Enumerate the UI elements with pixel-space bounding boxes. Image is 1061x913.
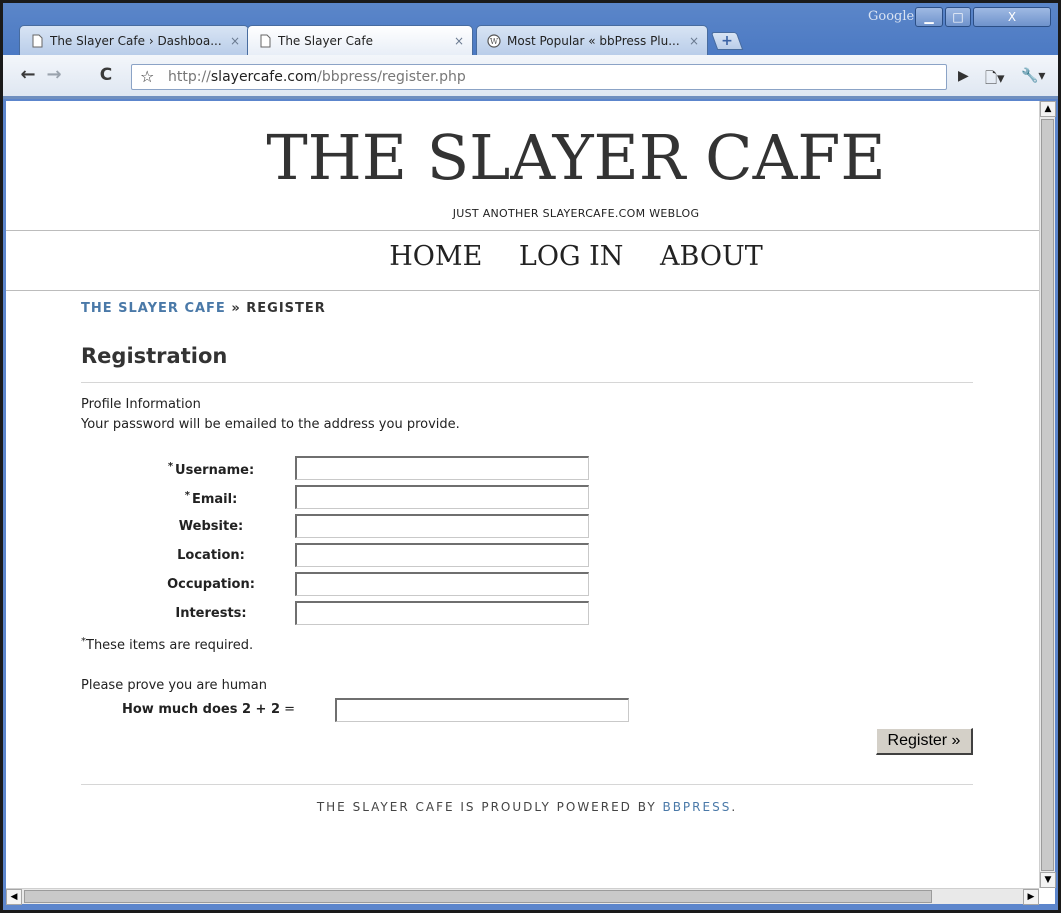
nav-about[interactable]: ABOUT	[660, 241, 763, 272]
address-bar[interactable]: ☆ http://slayercafe.com/bbpress/register…	[131, 64, 947, 90]
email-label: * Email:	[184, 490, 238, 507]
horizontal-scrollbar[interactable]: ◀ ▶	[6, 888, 1039, 905]
occupation-label: Occupation:	[167, 577, 255, 592]
footer: THE SLAYER CAFE IS PROUDLY POWERED BY BB…	[316, 800, 738, 814]
vertical-scrollbar[interactable]: ▲ ▼	[1039, 101, 1056, 888]
url-path: /bbpress/register.php	[317, 69, 466, 85]
browser-window: The Slayer Cafe › Dashboa... × The Slaye…	[0, 0, 1061, 913]
captcha-intro: Please prove you are human	[81, 678, 267, 693]
website-field[interactable]	[295, 514, 589, 538]
google-label: Google	[868, 9, 915, 24]
interests-label: Interests:	[175, 606, 247, 621]
required-marker: *	[167, 461, 174, 472]
nav-divider	[6, 290, 1039, 291]
scroll-up-icon[interactable]: ▲	[1040, 101, 1056, 117]
tab-close-icon[interactable]: ×	[230, 34, 240, 48]
breadcrumb-current: REGISTER	[246, 301, 326, 316]
footer-text: THE SLAYER CAFE IS PROUDLY POWERED BY	[316, 800, 663, 814]
page-title: Registration	[81, 344, 228, 368]
required-note: *These items are required.	[81, 636, 254, 653]
star-icon[interactable]: ☆	[140, 65, 154, 89]
tab-bbpress-plugins[interactable]: W Most Popular « bbPress Plu... ×	[476, 25, 708, 55]
main-nav: HOME LOG IN ABOUT	[6, 241, 1039, 272]
minimize-button[interactable]: ▁	[915, 7, 943, 27]
tab-title: The Slayer Cafe › Dashboa...	[50, 33, 222, 48]
plus-icon: +	[721, 33, 733, 49]
new-tab-button[interactable]: +	[710, 32, 744, 50]
tab-title: Most Popular « bbPress Plu...	[507, 33, 680, 48]
tab-dashboard[interactable]: The Slayer Cafe › Dashboa... ×	[19, 25, 249, 55]
nav-log-in[interactable]: LOG IN	[519, 241, 624, 272]
email-field[interactable]	[295, 485, 589, 509]
location-label: Location:	[177, 548, 245, 563]
site-tagline: JUST ANOTHER SLAYERCAFE.COM WEBLOG	[452, 207, 700, 220]
tab-close-icon[interactable]: ×	[689, 34, 699, 48]
required-marker: *	[184, 490, 190, 501]
url-host: slayercafe.com	[210, 69, 318, 85]
browser-chrome: The Slayer Cafe › Dashboa... × The Slaye…	[3, 3, 1058, 910]
footer-divider	[81, 784, 973, 785]
tab-strip: The Slayer Cafe › Dashboa... × The Slaye…	[3, 3, 1058, 55]
interests-field[interactable]	[295, 601, 589, 625]
captcha-question: How much does 2 + 2 =	[122, 702, 296, 717]
profile-info-label: Profile Information	[81, 397, 201, 412]
url-scheme: http://	[168, 69, 211, 85]
scroll-down-icon[interactable]: ▼	[1040, 872, 1056, 888]
page-viewport: THE SLAYER CAFE JUST ANOTHER SLAYERCAFE.…	[6, 101, 1039, 888]
vertical-scroll-thumb[interactable]	[1041, 119, 1054, 871]
tab-title: The Slayer Cafe	[278, 33, 374, 48]
forward-icon[interactable]: →	[43, 64, 65, 86]
location-field[interactable]	[295, 543, 589, 567]
site-title[interactable]: THE SLAYER CAFE	[6, 121, 1039, 194]
tab-slayer-cafe[interactable]: The Slayer Cafe ×	[247, 25, 473, 55]
browser-toolbar: ← → C ☆ http://slayercafe.com/bbpress/re…	[3, 55, 1058, 99]
page-menu-icon[interactable]: 🗋▾	[985, 68, 1005, 93]
heading-divider	[81, 382, 973, 383]
scroll-left-icon[interactable]: ◀	[6, 889, 22, 905]
tab-close-icon[interactable]: ×	[454, 34, 464, 48]
bbpress-link[interactable]: BBPRESS	[662, 800, 731, 814]
breadcrumb: THE SLAYER CAFE » REGISTER	[81, 301, 326, 316]
play-icon[interactable]: ▶	[958, 68, 969, 84]
page-icon	[260, 34, 271, 47]
password-note: Your password will be emailed to the add…	[81, 417, 460, 432]
occupation-field[interactable]	[295, 572, 589, 596]
back-icon[interactable]: ←	[17, 64, 39, 86]
scrollbar-corner	[1039, 888, 1055, 904]
horizontal-scroll-thumb[interactable]	[24, 890, 932, 903]
close-window-button[interactable]: X	[973, 7, 1051, 27]
breadcrumb-separator: »	[225, 301, 247, 316]
captcha-answer-field[interactable]	[335, 698, 629, 722]
scroll-right-icon[interactable]: ▶	[1023, 889, 1039, 905]
register-button[interactable]: Register »	[876, 728, 973, 755]
page-icon	[32, 34, 43, 47]
wordpress-icon: W	[487, 33, 501, 48]
website-label: Website:	[178, 519, 244, 534]
header-divider	[6, 230, 1039, 231]
reload-icon[interactable]: C	[95, 64, 117, 86]
nav-home[interactable]: HOME	[389, 241, 482, 272]
username-field[interactable]	[295, 456, 589, 480]
wrench-icon[interactable]: 🔧▾	[1021, 68, 1045, 84]
svg-text:W: W	[490, 37, 499, 46]
breadcrumb-home-link[interactable]: THE SLAYER CAFE	[81, 301, 226, 316]
maximize-button[interactable]: □	[945, 7, 971, 27]
username-label: * Username:	[167, 461, 255, 478]
